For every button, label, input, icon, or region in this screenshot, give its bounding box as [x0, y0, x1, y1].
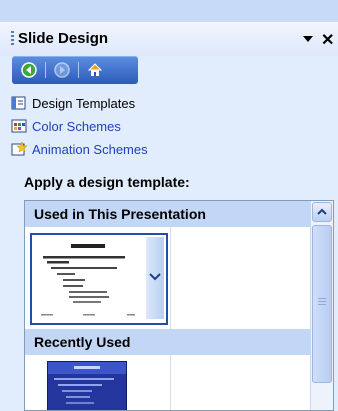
task-design-templates[interactable]: Design Templates [11, 94, 135, 112]
task-label: Design Templates [32, 95, 136, 111]
template-thumbnail-selected[interactable] [30, 233, 168, 325]
top-strip [0, 0, 338, 22]
task-pane: Slide Design ✕ Design Templates Color Sc… [0, 22, 338, 411]
task-label: Color Schemes [32, 118, 121, 134]
column-divider [170, 227, 171, 329]
pane-menu-dropdown-icon[interactable] [303, 36, 313, 42]
slide-preview [33, 236, 143, 320]
group-header-label: Used in This Presentation [34, 206, 206, 222]
forward-arrow-icon[interactable] [54, 62, 70, 78]
home-icon[interactable] [87, 62, 103, 78]
navigation-bar [12, 56, 138, 84]
nav-separator [78, 62, 79, 78]
template-list[interactable]: Used in This Presentation Recently Used [24, 200, 334, 411]
column-divider [170, 355, 171, 410]
task-animation-schemes[interactable]: Animation Schemes [11, 140, 148, 158]
task-pane-titlebar: Slide Design ✕ [0, 22, 338, 56]
task-label: Animation Schemes [32, 141, 148, 157]
scroll-thumb[interactable] [312, 225, 332, 383]
nav-separator [45, 62, 46, 78]
chevron-up-icon [317, 208, 327, 215]
animation-schemes-icon [11, 141, 27, 156]
task-color-schemes[interactable]: Color Schemes [11, 117, 121, 135]
group-header-label: Recently Used [34, 334, 131, 350]
task-pane-title: Slide Design [18, 30, 109, 47]
template-thumbnail[interactable] [47, 361, 127, 411]
group-header-used: Used in This Presentation [25, 201, 310, 227]
close-icon[interactable]: ✕ [321, 30, 334, 50]
back-arrow-icon[interactable] [21, 62, 37, 78]
thumbnail-dropdown-button[interactable] [146, 237, 164, 319]
color-schemes-icon [11, 119, 27, 133]
drag-grip-icon[interactable] [11, 31, 14, 47]
scroll-up-button[interactable] [312, 202, 332, 222]
design-templates-icon [11, 96, 26, 110]
group-header-recent: Recently Used [25, 329, 310, 355]
section-heading: Apply a design template: [24, 174, 190, 190]
chevron-down-icon [149, 273, 161, 281]
vertical-scrollbar[interactable] [310, 201, 333, 410]
scroll-grip-icon [318, 298, 326, 306]
